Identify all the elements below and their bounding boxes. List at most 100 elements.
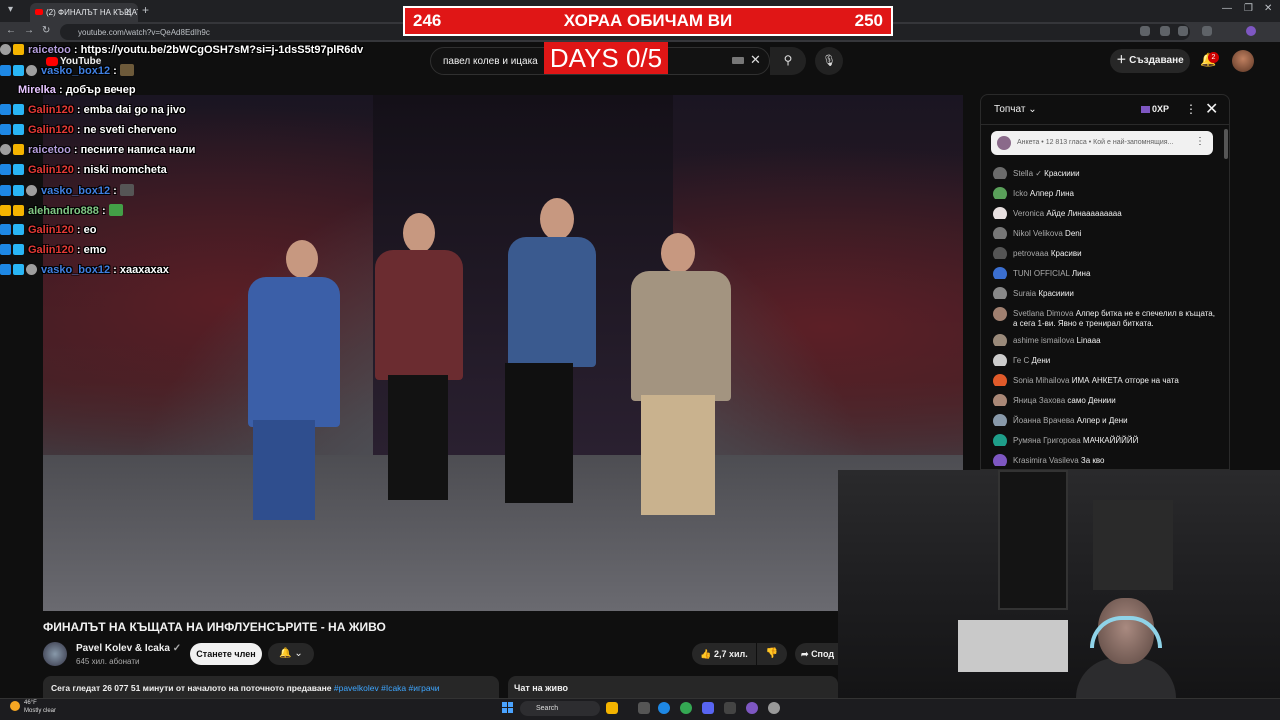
close-chat-icon[interactable]: ✕	[1205, 99, 1218, 119]
reload-icon[interactable]: ↻	[42, 25, 50, 36]
poll-more-icon[interactable]: ⋮	[1195, 136, 1205, 147]
channel-name[interactable]: Pavel Kolev & Icaka ✓	[76, 643, 181, 654]
stream-chat-username[interactable]: raicetoo	[28, 144, 71, 156]
chat-author-avatar[interactable]	[993, 167, 1007, 179]
chat-author-avatar[interactable]	[993, 207, 1007, 219]
keyboard-icon[interactable]	[732, 57, 744, 64]
chat-message[interactable]: ashime ismailova Linaaa	[993, 334, 1221, 346]
browser-tab[interactable]: (2) ФИНАЛЪТ НА КЪЩАТА ✕	[30, 3, 138, 22]
create-button[interactable]: ＋ Създаване	[1110, 49, 1190, 73]
chrome-icon[interactable]	[680, 702, 692, 714]
new-tab-icon[interactable]: +	[142, 3, 149, 17]
chat-author-name[interactable]: Ге С	[1013, 356, 1029, 365]
edge-icon[interactable]	[658, 702, 670, 714]
stream-chat-username[interactable]: vasko_box12	[41, 65, 110, 77]
search-button[interactable]: ⚲	[770, 47, 806, 75]
zoom-icon[interactable]	[1160, 26, 1170, 36]
stream-chat-username[interactable]: Galin120	[28, 244, 74, 256]
chat-message[interactable]: Румяна Григорова МАЧКАЙЙЙЙЙ	[993, 434, 1221, 446]
discord-icon[interactable]	[702, 702, 714, 714]
taskbar-app-icon[interactable]	[724, 702, 736, 714]
stream-chat-username[interactable]: Galin120	[28, 124, 74, 136]
channel-avatar[interactable]	[43, 642, 67, 666]
chat-message[interactable]: Йоанна Врачева Алпер и Дени	[993, 414, 1221, 426]
chat-author-name[interactable]: ashime ismailova	[1013, 336, 1074, 345]
maximize-icon[interactable]: ❐	[1244, 3, 1253, 14]
chat-author-avatar[interactable]	[993, 227, 1007, 239]
taskbar-app-icon[interactable]	[638, 702, 650, 714]
chat-scrollbar-thumb[interactable]	[1224, 129, 1228, 159]
chat-author-avatar[interactable]	[993, 414, 1007, 426]
stream-chat-username[interactable]: Galin120	[28, 224, 74, 236]
description-box[interactable]: Сега гледат 26 077 51 минути от началото…	[43, 676, 499, 698]
chat-mode-dropdown[interactable]: Топчат ⌄	[994, 104, 1037, 115]
forward-icon[interactable]: →	[24, 25, 34, 36]
chat-message[interactable]: Suraia Красииии	[993, 287, 1221, 299]
chat-author-name[interactable]: Йоанна Врачева	[1013, 416, 1074, 425]
chat-message[interactable]: Nikol Velikova Deni	[993, 227, 1221, 239]
chat-author-name[interactable]: Sonia Mihailova	[1013, 376, 1069, 385]
stream-chat-username[interactable]: vasko_box12	[41, 264, 110, 276]
windows-start-icon[interactable]	[502, 702, 514, 714]
dislike-button[interactable]: 👎	[757, 643, 787, 665]
file-explorer-icon[interactable]	[606, 702, 618, 714]
chat-message[interactable]: Veronica Айде Линааааааааа	[993, 207, 1221, 219]
chat-author-name[interactable]: Krasimira Vasileva	[1013, 456, 1079, 465]
stream-chat-username[interactable]: Galin120	[28, 104, 74, 116]
stream-chat-username[interactable]: Galin120	[28, 164, 74, 176]
chat-author-name[interactable]: Svetlana Dimova	[1013, 309, 1073, 318]
voice-search-button[interactable]: 🎙	[815, 47, 843, 75]
chat-message[interactable]: Яница Захова само Дениии	[993, 394, 1221, 406]
chat-author-name[interactable]: Nikol Velikova	[1013, 229, 1063, 238]
chat-author-avatar[interactable]	[993, 307, 1007, 321]
chat-author-avatar[interactable]	[993, 374, 1007, 386]
poll-banner[interactable]: Анкета • 12 813 гласа • Кой е най-запомн…	[991, 131, 1213, 155]
stream-chat-username[interactable]: vasko_box12	[41, 185, 110, 197]
xp-badge[interactable]: 0XP	[1141, 104, 1169, 114]
chat-author-name[interactable]: Suraia	[1013, 289, 1036, 298]
chat-author-avatar[interactable]	[993, 334, 1007, 346]
stream-chat-username[interactable]: Mirelka	[18, 84, 56, 96]
close-tab-icon[interactable]: ✕	[124, 6, 132, 17]
close-window-icon[interactable]: ✕	[1264, 3, 1272, 14]
chat-author-avatar[interactable]	[993, 434, 1007, 446]
taskbar-search[interactable]: Search	[520, 701, 600, 716]
obs-icon[interactable]	[746, 702, 758, 714]
chat-message[interactable]: Stella ✓ Красииии	[993, 167, 1221, 179]
chat-author-name[interactable]: TUNI OFFICIAL	[1013, 269, 1070, 278]
chat-author-name[interactable]: Stella ✓	[1013, 169, 1042, 178]
chat-author-avatar[interactable]	[993, 354, 1007, 366]
back-icon[interactable]: ←	[6, 25, 16, 36]
chat-author-avatar[interactable]	[993, 267, 1007, 279]
chat-author-name[interactable]: Icko	[1013, 189, 1028, 198]
subscribed-bell-button[interactable]: 🔔 ⌄	[268, 643, 314, 665]
chat-author-avatar[interactable]	[993, 287, 1007, 299]
clear-search-icon[interactable]: ✕	[750, 52, 761, 68]
chat-message[interactable]: petrovaaa Красиви	[993, 247, 1221, 259]
chat-message[interactable]: Icko Алпер Лина	[993, 187, 1221, 199]
extensions-puzzle-icon[interactable]	[1202, 26, 1212, 36]
description-tags[interactable]: #pavelkolev #Icaka #играчи	[334, 683, 440, 693]
chat-author-name[interactable]: Veronica	[1013, 209, 1044, 218]
chat-message[interactable]: Sonia Mihailova ИМА АНКЕТА отгоре на чат…	[993, 374, 1221, 386]
tab-list-icon[interactable]: ▾	[8, 4, 13, 15]
chat-message[interactable]: Ге С Дени	[993, 354, 1221, 366]
chat-scrollbar[interactable]	[1224, 129, 1228, 469]
chat-more-icon[interactable]: ⋮	[1185, 102, 1197, 116]
chat-message[interactable]: TUNI OFFICIAL Лина	[993, 267, 1221, 279]
chat-author-avatar[interactable]	[993, 454, 1007, 466]
steam-icon[interactable]	[768, 702, 780, 714]
chat-author-name[interactable]: Яница Захова	[1013, 396, 1065, 405]
chat-author-name[interactable]: petrovaaa	[1013, 249, 1049, 258]
bookmark-star-icon[interactable]	[1178, 26, 1188, 36]
extension-icon[interactable]	[1140, 26, 1150, 36]
profile-icon[interactable]	[1246, 26, 1256, 36]
join-button[interactable]: Станете член	[190, 643, 262, 665]
chat-author-avatar[interactable]	[993, 394, 1007, 406]
stream-chat-username[interactable]: raicetoo	[28, 44, 71, 56]
chat-author-avatar[interactable]	[993, 247, 1007, 259]
chat-author-name[interactable]: Румяна Григорова	[1013, 436, 1081, 445]
chat-author-avatar[interactable]	[993, 187, 1007, 199]
chat-message[interactable]: Svetlana Dimova Алпер битка не е спечели…	[993, 307, 1221, 329]
like-button[interactable]: 👍 2,7 хил.	[692, 643, 756, 665]
